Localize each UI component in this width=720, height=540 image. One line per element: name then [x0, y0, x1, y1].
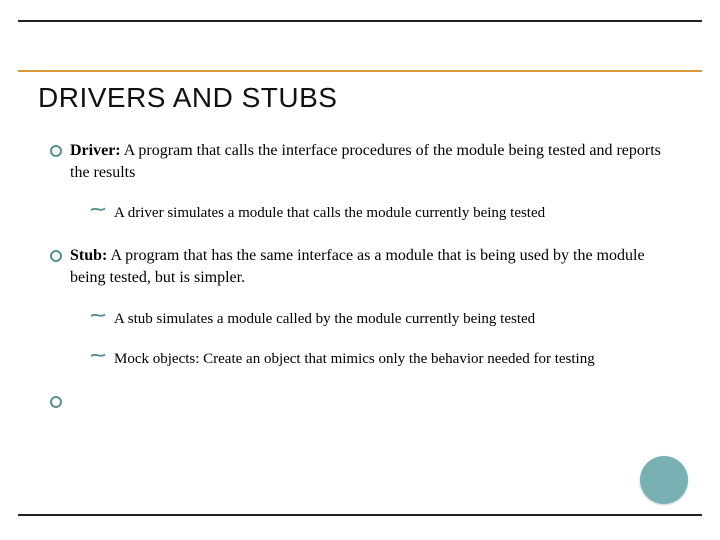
sub-list: ⁓ A stub simulates a module called by th…	[70, 309, 670, 370]
list-item-empty	[50, 391, 670, 405]
accent-rule	[18, 70, 702, 72]
sub-item-text: Mock objects: Create an object that mimi…	[114, 351, 595, 367]
term-label: Driver:	[70, 142, 121, 159]
term-label: Stub:	[70, 247, 107, 264]
slide: DRIVERS AND STUBS Driver: A program that…	[0, 0, 720, 540]
item-body: A program that has the same interface as…	[70, 247, 645, 286]
bullet-list: Driver: A program that calls the interfa…	[50, 140, 670, 405]
sub-list-item: ⁓ Mock objects: Create an object that mi…	[90, 349, 670, 369]
sub-bullet-icon: ⁓	[90, 203, 106, 218]
sub-bullet-icon: ⁓	[90, 349, 106, 364]
decorative-circle-icon	[640, 456, 688, 504]
slide-title: DRIVERS AND STUBS	[38, 82, 337, 114]
sub-item-text: A driver simulates a module that calls t…	[114, 205, 545, 221]
sub-list: ⁓ A driver simulates a module that calls…	[70, 203, 670, 223]
slide-content: Driver: A program that calls the interfa…	[50, 140, 670, 427]
sub-item-text: A stub simulates a module called by the …	[114, 311, 535, 327]
item-body: A program that calls the interface proce…	[70, 142, 661, 181]
sub-list-item: ⁓ A driver simulates a module that calls…	[90, 203, 670, 223]
bottom-rule	[18, 514, 702, 516]
list-item: Driver: A program that calls the interfa…	[50, 140, 670, 223]
list-item: Stub: A program that has the same interf…	[50, 245, 670, 369]
sub-list-item: ⁓ A stub simulates a module called by th…	[90, 309, 670, 329]
top-rule	[18, 20, 702, 22]
sub-bullet-icon: ⁓	[90, 309, 106, 324]
